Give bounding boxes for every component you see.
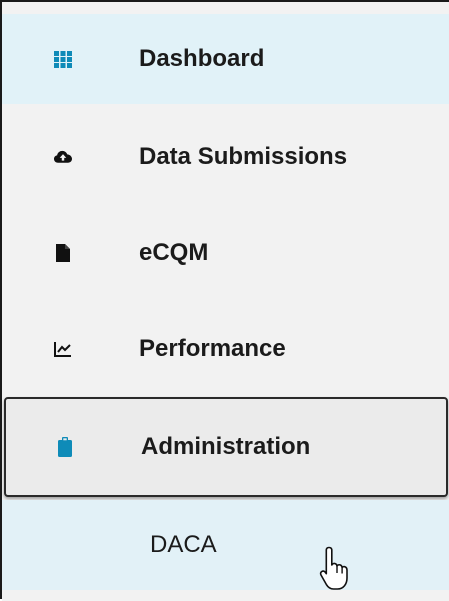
sidebar-subitem-daca[interactable]: DACA <box>2 500 449 590</box>
sidebar-item-label: eCQM <box>139 239 209 266</box>
sidebar-item-data-submissions[interactable]: Data Submissions <box>2 109 449 205</box>
hand-pointer-cursor-icon <box>318 545 354 593</box>
grid-icon <box>54 50 72 68</box>
sidebar-nav: Dashboard Data Submissions eCQM Performa… <box>0 0 449 601</box>
sidebar-subitem-label: DACA <box>150 531 217 558</box>
file-icon <box>54 244 72 262</box>
sidebar-item-dashboard[interactable]: Dashboard <box>2 14 449 104</box>
clipboard-icon <box>56 437 74 457</box>
sidebar-item-ecqm[interactable]: eCQM <box>2 205 449 301</box>
sidebar-item-label: Data Submissions <box>139 143 348 170</box>
cloud-upload-icon <box>54 148 72 166</box>
sidebar-item-performance[interactable]: Performance <box>2 301 449 397</box>
sidebar-footer-strip <box>2 590 449 601</box>
sidebar-item-label: Dashboard <box>139 45 265 72</box>
sidebar-item-label: Performance <box>139 335 286 362</box>
chart-line-icon <box>54 340 72 358</box>
sidebar-item-administration[interactable]: Administration <box>4 397 448 497</box>
sidebar-item-label: Administration <box>141 433 311 460</box>
